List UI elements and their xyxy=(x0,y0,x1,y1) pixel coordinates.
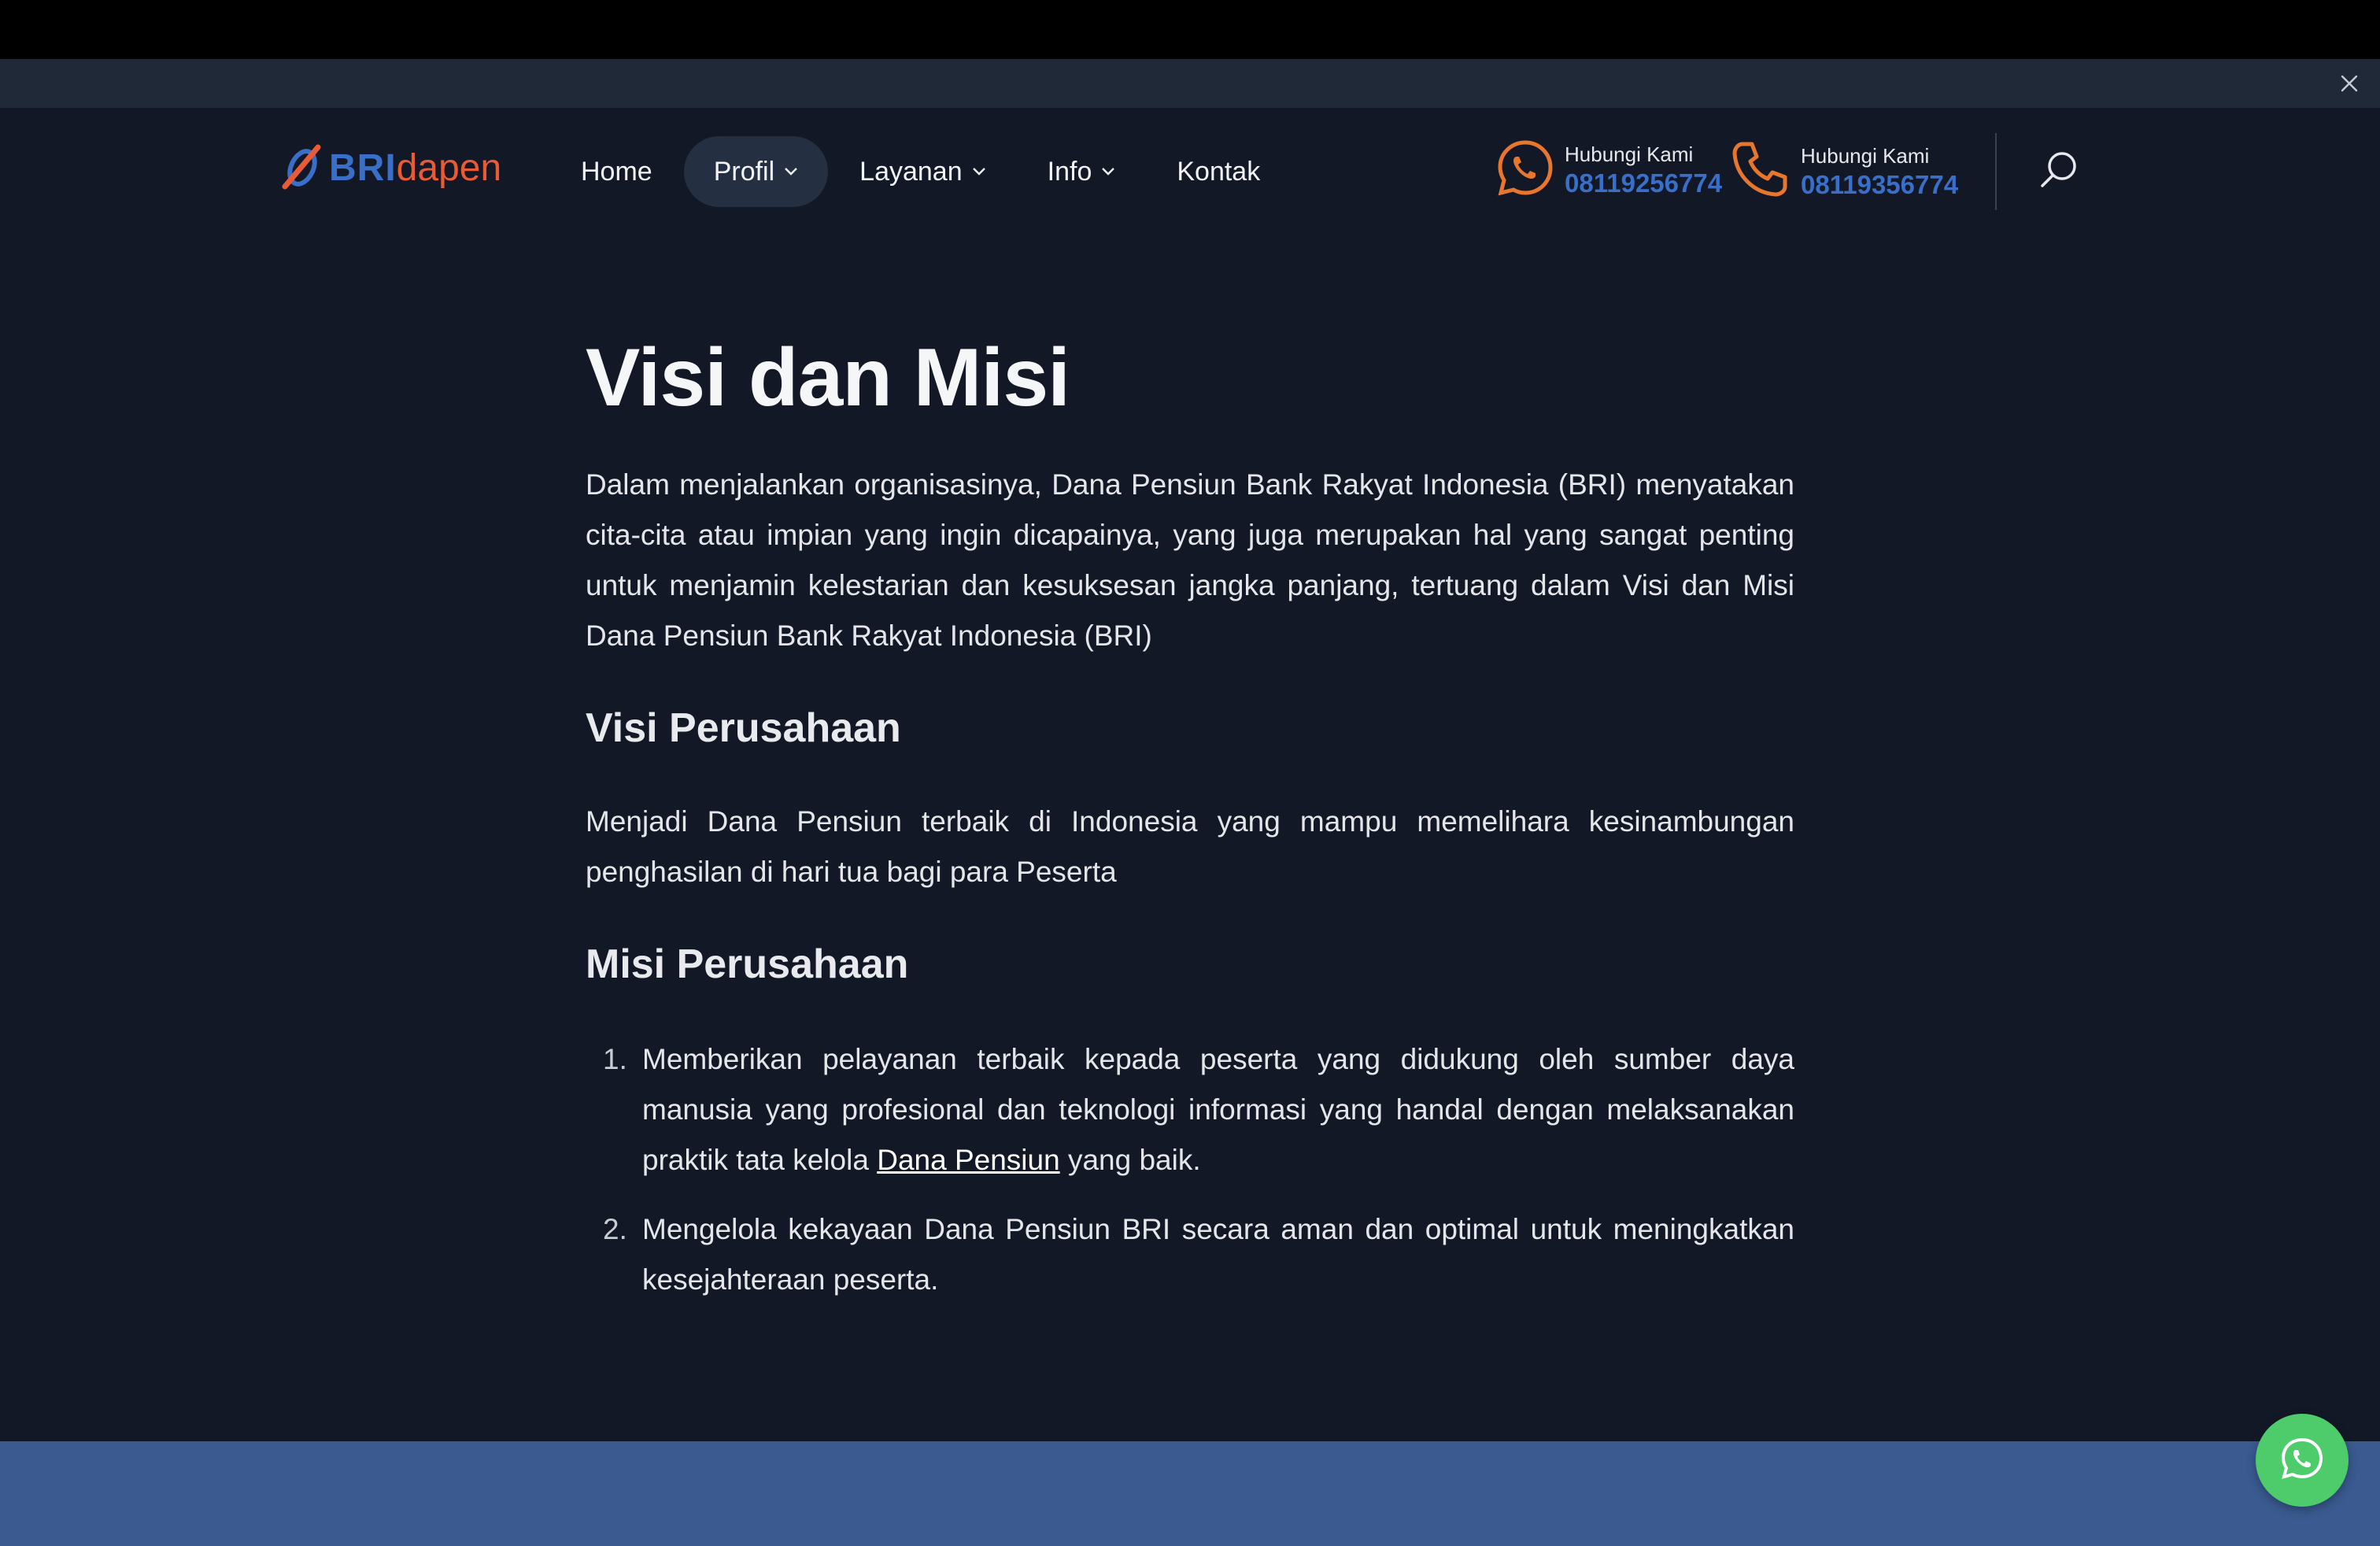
main-content: Visi dan Misi Dalam menjalankan organisa… xyxy=(586,323,1794,1305)
intro-paragraph: Dalam menjalankan organisasinya, Dana Pe… xyxy=(586,468,1794,652)
contact-number: 08119356774 xyxy=(1801,169,1959,199)
list-text: Mengelola kekayaan Dana Pensiun BRI seca… xyxy=(642,1213,1794,1296)
nav-item-kontak[interactable]: Kontak xyxy=(1147,136,1290,207)
whatsapp-icon xyxy=(1495,138,1555,202)
chevron-down-icon xyxy=(972,167,986,176)
dana-pensiun-link[interactable]: Dana Pensiun xyxy=(877,1144,1059,1176)
divider xyxy=(1995,133,1997,210)
close-icon[interactable] xyxy=(2336,70,2363,97)
nav-item-info[interactable]: Info xyxy=(1018,136,1146,207)
list-number: 1. xyxy=(603,1043,627,1075)
contact-whatsapp[interactable]: Hubungi Kami 08119256774 xyxy=(1495,138,1722,202)
logo-text-dapen: dapen xyxy=(396,146,502,189)
nav-item-home[interactable]: Home xyxy=(551,136,682,207)
page-title: Visi dan Misi xyxy=(586,332,1070,423)
logo-text-bri: BRI xyxy=(329,146,397,189)
chevron-down-icon xyxy=(1101,167,1115,176)
nav-item-profil[interactable]: Profil xyxy=(683,136,829,207)
visi-paragraph: Menjadi Dana Pensiun terbaik di Indonesi… xyxy=(586,805,1794,888)
list-number: 2. xyxy=(603,1213,627,1245)
nav-item-label: Info xyxy=(1047,156,1092,187)
chevron-down-icon xyxy=(784,167,798,176)
list-item: 2. Mengelola kekayaan Dana Pensiun BRI se… xyxy=(586,1204,1794,1305)
main-menu: Home Profil Layanan Info Kontak xyxy=(551,136,1292,207)
visi-heading: Visi Perusahaan xyxy=(586,705,901,751)
list-text: Memberikan pelayanan terbaik kepada pese… xyxy=(642,1043,1794,1176)
notice-bar xyxy=(0,59,2380,108)
whatsapp-icon xyxy=(2279,1436,2325,1485)
contact-number: 08119256774 xyxy=(1565,168,1723,198)
contact-phone[interactable]: Hubungi Kami 08119356774 xyxy=(1728,138,1958,205)
main-navbar: BRI dapen Home Profil Layanan Info Konta… xyxy=(0,108,2380,234)
misi-heading: Misi Perusahaan xyxy=(586,941,909,987)
contact-label: Hubungi Kami xyxy=(1801,143,1930,168)
logo[interactable]: BRI dapen xyxy=(280,144,501,191)
misi-list: 1. Memberikan pelayanan terbaik kepada pe… xyxy=(586,1034,1794,1305)
list-text: yang baik. xyxy=(1059,1144,1201,1176)
nav-item-label: Layanan xyxy=(859,156,963,187)
search-icon[interactable] xyxy=(2038,149,2079,194)
nav-item-label: Home xyxy=(581,156,652,187)
whatsapp-float-button[interactable] xyxy=(2256,1414,2349,1507)
contact-label: Hubungi Kami xyxy=(1565,142,1694,166)
nav-item-label: Profil xyxy=(713,156,775,187)
list-item: 1. Memberikan pelayanan terbaik kepada pe… xyxy=(586,1034,1794,1185)
top-black-bar xyxy=(0,0,2380,59)
nav-item-label: Kontak xyxy=(1177,156,1261,187)
logo-mark-icon xyxy=(280,142,324,194)
footer xyxy=(0,1441,2380,1546)
phone-icon xyxy=(1728,138,1791,205)
nav-item-layanan[interactable]: Layanan xyxy=(830,136,1015,207)
